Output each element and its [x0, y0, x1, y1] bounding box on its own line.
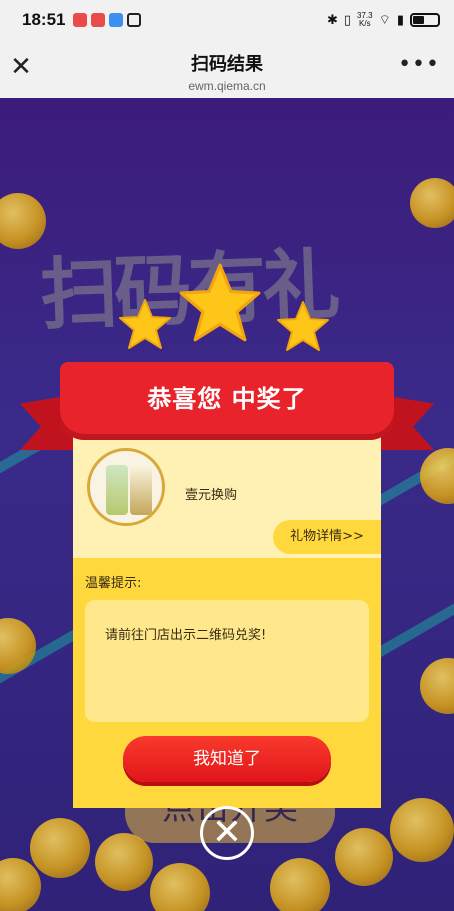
gift-row: 壹元换购 礼物详情>>: [73, 420, 381, 558]
coin-icon: [150, 863, 210, 911]
star-icon: [179, 263, 261, 342]
net-speed-unit: K/s: [359, 19, 371, 28]
more-icon[interactable]: •••: [398, 52, 440, 77]
wifi-icon: ⌔: [378, 13, 391, 28]
bottle-icon: [130, 465, 152, 515]
coin-icon: [410, 178, 454, 228]
ribbon-title: 恭喜您 中奖了: [147, 385, 307, 413]
battery-fill: [413, 16, 424, 24]
status-time: 18:51: [22, 10, 66, 29]
bluetooth-icon: ✱: [326, 12, 338, 28]
coin-icon: [420, 658, 454, 714]
app-notification-icon: [73, 13, 88, 27]
confirm-button[interactable]: 我知道了: [123, 736, 331, 782]
gift-name: 壹元换购: [185, 488, 238, 503]
page-domain: ewm.qiema.cn: [188, 79, 266, 93]
coin-icon: [420, 448, 454, 504]
close-icon[interactable]: ✕: [8, 54, 34, 80]
coin-icon: [390, 798, 454, 862]
coin-icon: [335, 828, 393, 886]
gift-detail-button[interactable]: 礼物详情>>: [273, 520, 381, 554]
modal-close-icon[interactable]: ✕: [200, 806, 254, 860]
star-icon: [277, 301, 329, 351]
net-speed: 37.3 K/s: [357, 12, 373, 28]
tip-box: 请前往门店出示二维码兑奖!: [85, 600, 369, 722]
coin-icon: [270, 858, 330, 911]
notification-icons: [73, 13, 142, 27]
status-right: ✱ ▯ 37.3 K/s ⌔ ▮: [327, 12, 440, 28]
title-bar: ✕ 扫码结果 ewm.qiema.cn •••: [0, 40, 454, 98]
cloud-icon: [109, 13, 124, 27]
coin-icon: [95, 833, 153, 891]
ribbon-banner: 恭喜您 中奖了: [60, 362, 394, 440]
app-notification-icon: [91, 13, 106, 27]
alert-icon: ▮: [396, 12, 404, 28]
nfc-icon: [127, 13, 142, 27]
prize-modal: 壹元换购 礼物详情>> 温馨提示: 请前往门店出示二维码兑奖! 我知道了: [73, 420, 381, 808]
star-icon: [119, 299, 171, 349]
vibrate-icon: ▯: [343, 12, 352, 28]
bottle-icon: [106, 465, 128, 515]
coin-icon: [30, 818, 90, 878]
page-title: 扫码结果: [191, 54, 263, 74]
status-bar: 18:51 ✱ ▯ 37.3 K/s ⌔ ▮: [0, 0, 454, 40]
gift-image: [87, 448, 165, 526]
tip-text: 请前往门店出示二维码兑奖!: [105, 628, 267, 643]
tip-label: 温馨提示:: [85, 576, 142, 591]
coin-icon: [0, 858, 41, 911]
battery-icon: [410, 13, 440, 27]
